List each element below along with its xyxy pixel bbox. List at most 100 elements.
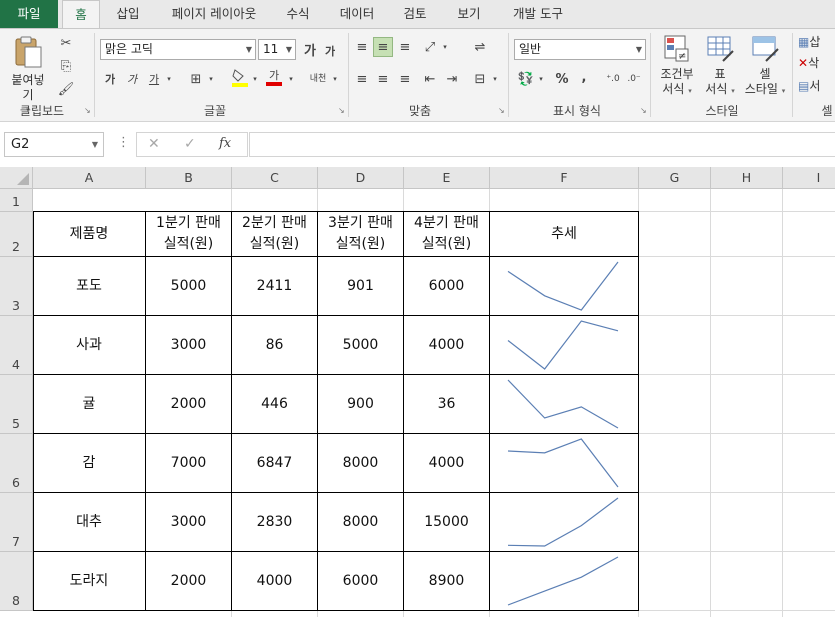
column-header-h[interactable]: H	[711, 167, 783, 189]
product-name-cell[interactable]: 감	[33, 434, 145, 492]
borders-icon[interactable]: ⊞	[186, 69, 206, 89]
phonetic-dropdown-icon[interactable]: ▾	[330, 69, 340, 89]
increase-indent-icon[interactable]: ⇥	[442, 69, 462, 89]
orientation-dropdown-icon[interactable]: ▾	[440, 37, 450, 57]
more-options-icon[interactable]: ⋮	[117, 135, 130, 150]
sales-value-cell[interactable]: 4000	[404, 316, 489, 374]
phonetic-button[interactable]: 내천	[306, 67, 330, 87]
tab-insert[interactable]: 삽입	[106, 0, 150, 28]
format-painter-icon[interactable]: 🖌	[56, 79, 76, 99]
row-header-8[interactable]: 8	[0, 552, 33, 611]
percent-button[interactable]: %	[552, 69, 572, 89]
wrap-text-icon[interactable]: ⇌	[470, 37, 490, 57]
tab-file[interactable]: 파일	[0, 0, 58, 28]
sales-value-cell[interactable]: 6847	[232, 434, 317, 492]
row-header-1[interactable]: 1	[0, 189, 33, 212]
tab-data[interactable]: 데이터	[330, 0, 384, 28]
sales-value-cell[interactable]: 8000	[318, 434, 403, 492]
sales-value-cell[interactable]: 6000	[404, 257, 489, 315]
column-header-f[interactable]: F	[490, 167, 639, 189]
fill-color-icon[interactable]	[230, 67, 250, 87]
cell-styles-button[interactable]: 셀 스타일 ▾	[742, 33, 788, 99]
product-name-cell[interactable]: 도라지	[33, 552, 145, 610]
column-header-g[interactable]: G	[639, 167, 711, 189]
enter-icon[interactable]: ✓	[184, 136, 196, 152]
merge-dropdown-icon[interactable]: ▾	[490, 69, 500, 89]
align-middle-icon[interactable]: ≡	[373, 37, 393, 57]
sales-value-cell[interactable]: 2000	[146, 375, 231, 433]
grow-font-button[interactable]: 가	[300, 39, 320, 59]
clipboard-launcher-icon[interactable]: ↘	[84, 106, 91, 115]
alignment-launcher-icon[interactable]: ↘	[498, 106, 505, 115]
tab-review[interactable]: 검토	[392, 0, 438, 28]
paste-button[interactable]: 붙여넣기 ▾	[6, 35, 50, 114]
tab-formulas[interactable]: 수식	[276, 0, 320, 28]
sales-value-cell[interactable]: 36	[404, 375, 489, 433]
table-header-cell[interactable]: 추세	[490, 212, 638, 256]
tab-view[interactable]: 보기	[446, 0, 492, 28]
align-right-icon[interactable]: ≡	[395, 69, 415, 89]
fill-color-dropdown-icon[interactable]: ▾	[250, 69, 260, 89]
decrease-decimal-icon[interactable]: .0⁻	[624, 69, 644, 89]
tab-developer[interactable]: 개발 도구	[500, 0, 576, 28]
copy-icon[interactable]: ⎘	[56, 56, 76, 76]
trend-sparkline[interactable]	[507, 438, 630, 490]
underline-button[interactable]: 가	[144, 69, 164, 89]
trend-sparkline[interactable]	[507, 556, 630, 608]
sales-value-cell[interactable]: 15000	[404, 493, 489, 551]
table-header-cell[interactable]: 1분기 판매 실적(원)	[146, 212, 231, 256]
conditional-formatting-button[interactable]: ≠ 조건부 서식 ▾	[656, 33, 698, 99]
worksheet-grid[interactable]: A B C D E F G H I 1 2 3 4 5 6 7 8 제품명 1분기 판매 실적(원) 2분기 판매 실적(…	[0, 167, 835, 617]
sales-value-cell[interactable]: 5000	[146, 257, 231, 315]
column-header-b[interactable]: B	[146, 167, 232, 189]
sales-value-cell[interactable]: 86	[232, 316, 317, 374]
cut-icon[interactable]: ✂	[56, 33, 76, 53]
font-color-button[interactable]: 가	[264, 67, 284, 87]
formula-input[interactable]	[249, 132, 835, 157]
sales-value-cell[interactable]: 4000	[404, 434, 489, 492]
align-left-icon[interactable]: ≡	[352, 69, 372, 89]
table-header-cell[interactable]: 3분기 판매 실적(원)	[318, 212, 403, 256]
row-header-3[interactable]: 3	[0, 257, 33, 316]
insert-function-icon[interactable]: fx	[219, 136, 231, 151]
decrease-indent-icon[interactable]: ⇤	[420, 69, 440, 89]
format-as-table-button[interactable]: 표 서식 ▾	[700, 33, 740, 99]
trend-sparkline[interactable]	[507, 379, 630, 431]
number-format-combo[interactable]: 일반 ▼	[514, 39, 646, 60]
cancel-icon[interactable]: ✕	[148, 136, 160, 152]
format-cells-button[interactable]: ▤서	[798, 79, 820, 94]
row-header-6[interactable]: 6	[0, 434, 33, 493]
number-launcher-icon[interactable]: ↘	[640, 106, 647, 115]
currency-icon[interactable]: 💱	[516, 69, 536, 89]
row-header-5[interactable]: 5	[0, 375, 33, 434]
row-header-4[interactable]: 4	[0, 316, 33, 375]
product-name-cell[interactable]: 포도	[33, 257, 145, 315]
comma-button[interactable]: ,	[574, 67, 594, 87]
row-header-2[interactable]: 2	[0, 212, 33, 257]
table-header-cell[interactable]: 4분기 판매 실적(원)	[404, 212, 489, 256]
sales-value-cell[interactable]: 3000	[146, 493, 231, 551]
borders-dropdown-icon[interactable]: ▾	[206, 69, 216, 89]
sales-value-cell[interactable]: 3000	[146, 316, 231, 374]
table-header-cell[interactable]: 2분기 판매 실적(원)	[232, 212, 317, 256]
sales-value-cell[interactable]: 901	[318, 257, 403, 315]
font-color-dropdown-icon[interactable]: ▾	[286, 69, 296, 89]
align-center-icon[interactable]: ≡	[373, 69, 393, 89]
table-header-cell[interactable]: 제품명	[33, 212, 145, 256]
sales-value-cell[interactable]: 6000	[318, 552, 403, 610]
sales-value-cell[interactable]: 4000	[232, 552, 317, 610]
product-name-cell[interactable]: 대추	[33, 493, 145, 551]
sales-value-cell[interactable]: 8900	[404, 552, 489, 610]
sales-value-cell[interactable]: 7000	[146, 434, 231, 492]
tab-home[interactable]: 홈	[62, 0, 100, 29]
sales-value-cell[interactable]: 2411	[232, 257, 317, 315]
select-all-button[interactable]	[0, 167, 33, 189]
align-bottom-icon[interactable]: ≡	[395, 37, 415, 57]
increase-decimal-icon[interactable]: ⁺.0	[603, 69, 623, 89]
currency-dropdown-icon[interactable]: ▾	[536, 69, 546, 89]
align-top-icon[interactable]: ≡	[352, 37, 372, 57]
trend-sparkline[interactable]	[507, 320, 630, 372]
font-launcher-icon[interactable]: ↘	[338, 106, 345, 115]
sales-value-cell[interactable]: 2000	[146, 552, 231, 610]
tab-page-layout[interactable]: 페이지 레이아웃	[160, 0, 268, 28]
